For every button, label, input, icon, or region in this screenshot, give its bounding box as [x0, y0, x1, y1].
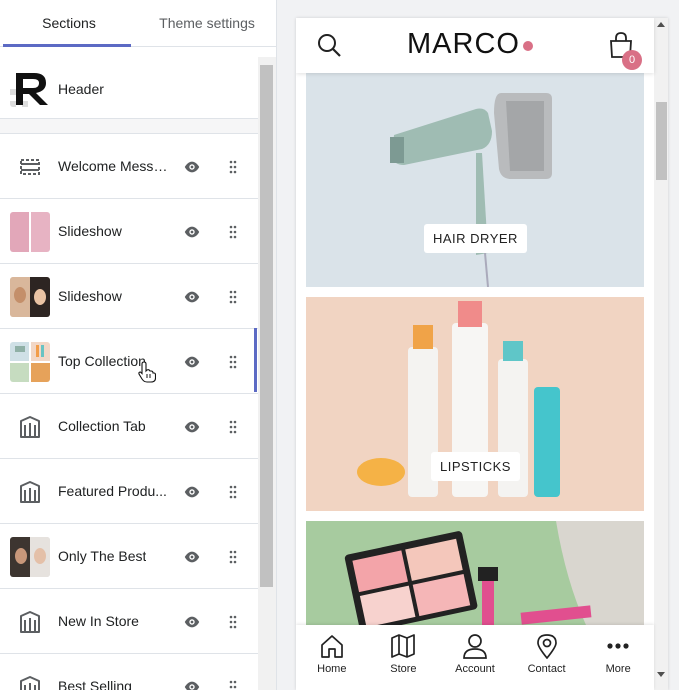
panel-scrollbar-thumb[interactable] [260, 65, 273, 587]
visibility-eye-icon[interactable] [183, 353, 201, 371]
visibility-eye-icon[interactable] [183, 613, 201, 631]
store-preview: MARCO 0 HAIR DRYER LIPSTICKS Home Store … [296, 18, 668, 690]
section-item-only-the-best[interactable]: Only The Best [0, 524, 258, 589]
more-dots-icon [607, 643, 629, 649]
preview-scrollbar-thumb[interactable] [656, 102, 667, 180]
drag-handle-icon[interactable] [228, 485, 238, 499]
collection-icon [20, 611, 40, 633]
collection-card-lipsticks[interactable]: LIPSTICKS [306, 297, 644, 511]
store-logo-text: MARCO [407, 28, 520, 60]
nav-store-label: Store [390, 663, 417, 675]
sections-panel: Sections Theme settings Header Welcome M… [0, 0, 277, 690]
nav-contact-label: Contact [527, 663, 566, 675]
pink-image-thumbnail [10, 212, 50, 252]
section-header-label: Header [58, 81, 104, 97]
collection-image-thumbnail [10, 342, 50, 382]
drag-handle-icon[interactable] [228, 615, 238, 629]
model-image-thumbnail [10, 537, 50, 577]
collection-icon [20, 481, 40, 503]
announcement-bar-icon [20, 159, 40, 175]
collection-card-makeup[interactable] [306, 521, 644, 625]
bottom-navigation: Home Store Account Contact More [296, 625, 654, 690]
user-icon [463, 634, 487, 659]
section-item-label: Only The Best [58, 548, 147, 564]
visibility-eye-icon[interactable] [183, 158, 201, 176]
section-item-new-in-store[interactable]: New In Store [0, 589, 258, 654]
model-image-thumbnail [10, 277, 50, 317]
section-item-label: Welcome Messa... [58, 158, 170, 174]
nav-home[interactable]: Home [296, 625, 368, 690]
drag-handle-icon[interactable] [228, 680, 238, 690]
section-item-label: Slideshow [58, 223, 122, 239]
section-item-label: Featured Produ... [58, 483, 167, 499]
nav-account-label: Account [455, 663, 495, 675]
visibility-eye-icon[interactable] [183, 418, 201, 436]
section-item-label: Collection Tab [58, 418, 146, 434]
panel-tabs: Sections Theme settings [0, 0, 276, 47]
tab-theme-settings[interactable]: Theme settings [138, 0, 276, 46]
collection-icon [20, 416, 40, 438]
section-item-top-collection[interactable]: Top Collection [0, 329, 258, 394]
search-icon[interactable] [316, 32, 342, 58]
nav-more-label: More [605, 663, 631, 675]
store-logo[interactable]: MARCO [407, 28, 520, 61]
nav-store[interactable]: Store [368, 625, 440, 690]
visibility-eye-icon[interactable] [183, 548, 201, 566]
hand-pointer-cursor-icon [138, 361, 156, 383]
scroll-up-arrow-icon[interactable] [657, 22, 665, 27]
drag-handle-icon[interactable] [228, 355, 238, 369]
nav-contact[interactable]: Contact [511, 625, 583, 690]
active-section-indicator [254, 328, 257, 392]
visibility-eye-icon[interactable] [183, 678, 201, 690]
drag-handle-icon[interactable] [228, 290, 238, 304]
card-label-hair-dryer: HAIR DRYER [424, 224, 527, 253]
active-tab-indicator [3, 44, 131, 47]
section-item-slideshow-2[interactable]: Slideshow [0, 264, 258, 329]
store-header: MARCO 0 [296, 18, 654, 73]
section-item-label: Top Collection [58, 353, 146, 369]
collection-card-hair-dryer[interactable]: HAIR DRYER [306, 73, 644, 287]
section-item-welcome-message[interactable]: Welcome Messa... [0, 134, 258, 199]
drag-handle-icon[interactable] [228, 160, 238, 174]
scroll-down-arrow-icon[interactable] [657, 672, 665, 677]
section-item-best-selling[interactable]: Best Selling [0, 654, 258, 690]
nav-account[interactable]: Account [439, 625, 511, 690]
location-pin-icon [536, 634, 557, 659]
makeup-palette-image [306, 521, 644, 625]
drag-handle-icon[interactable] [228, 550, 238, 564]
section-header[interactable]: Header [0, 57, 258, 119]
cart-count-badge: 0 [622, 50, 642, 70]
section-item-label: New In Store [58, 613, 139, 629]
hair-dryer-image [306, 73, 644, 287]
logo-dot-icon [523, 41, 533, 51]
tab-sections[interactable]: Sections [0, 0, 138, 46]
visibility-eye-icon[interactable] [183, 288, 201, 306]
section-item-label: Best Selling [58, 678, 132, 690]
section-group-divider [0, 119, 258, 134]
nav-more[interactable]: More [582, 625, 654, 690]
collection-icon [20, 676, 40, 690]
visibility-eye-icon[interactable] [183, 223, 201, 241]
map-icon [391, 634, 416, 658]
drag-handle-icon[interactable] [228, 225, 238, 239]
drag-handle-icon[interactable] [228, 420, 238, 434]
header-logo-thumbnail [10, 67, 50, 107]
home-icon [320, 635, 343, 658]
visibility-eye-icon[interactable] [183, 483, 201, 501]
section-item-slideshow-1[interactable]: Slideshow [0, 199, 258, 264]
nav-home-label: Home [317, 663, 347, 675]
section-item-featured-products[interactable]: Featured Produ... [0, 459, 258, 524]
section-item-label: Slideshow [58, 288, 122, 304]
section-item-collection-tab[interactable]: Collection Tab [0, 394, 258, 459]
card-label-lipsticks: LIPSTICKS [431, 452, 520, 481]
